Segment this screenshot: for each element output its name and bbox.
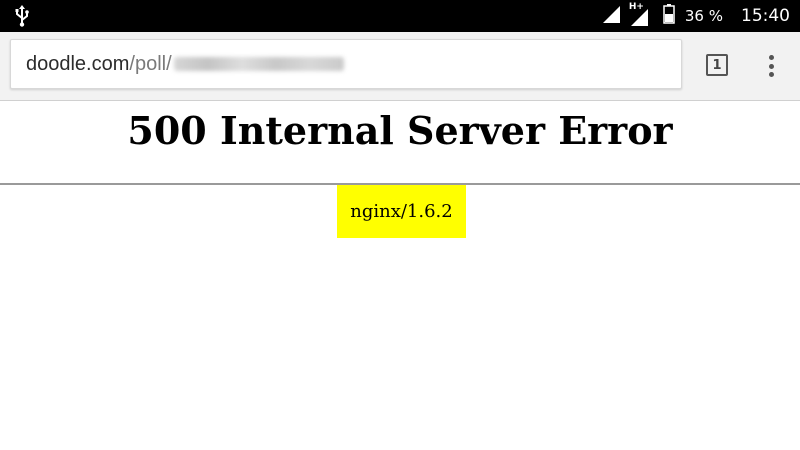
- usb-icon: [14, 5, 30, 31]
- network-signal-icon: H+: [628, 2, 655, 28]
- page-title: 500 Internal Server Error: [127, 108, 673, 153]
- url-redacted-segment: [173, 57, 344, 71]
- battery-icon: [663, 4, 675, 28]
- url-bar[interactable]: doodle.com/poll/: [10, 39, 682, 89]
- signal-icon: [601, 4, 621, 28]
- error-page: 500 Internal Server Error nginx/1.6.2: [0, 101, 800, 238]
- clock: 15:40: [741, 6, 790, 26]
- status-bar: H+ 36 % 15:40: [0, 0, 800, 32]
- server-info-highlight: nginx/1.6.2: [337, 185, 466, 238]
- tab-switcher-button[interactable]: 1: [706, 54, 728, 76]
- battery-percent: 36 %: [684, 7, 723, 25]
- url-domain: doodle.com: [26, 52, 130, 75]
- browser-toolbar: doodle.com/poll/ 1: [0, 32, 800, 101]
- url-path: /poll/: [129, 52, 172, 75]
- network-type-label: H+: [628, 2, 644, 12]
- more-vertical-icon[interactable]: [760, 53, 782, 79]
